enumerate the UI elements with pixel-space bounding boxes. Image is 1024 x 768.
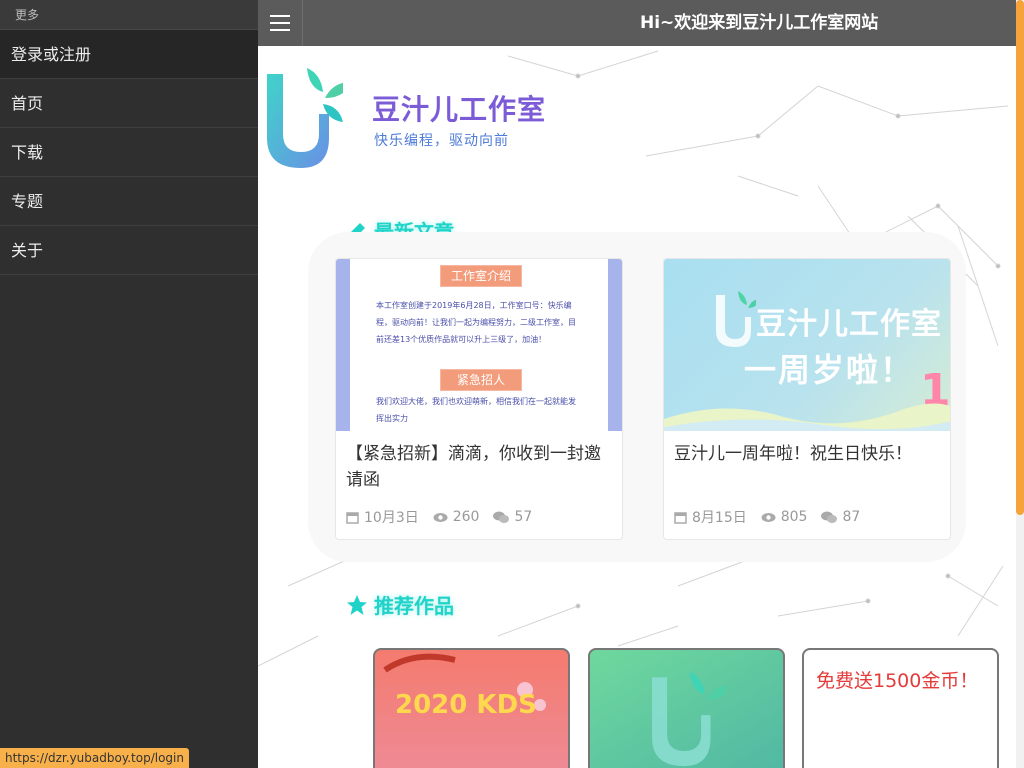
- eye-icon: [433, 512, 448, 522]
- article-title[interactable]: 豆汁儿一周年啦！祝生日快乐！: [664, 431, 950, 505]
- menu-icon: [270, 22, 290, 24]
- thumb-text: 我们欢迎大佬，我们也欢迎萌新，相信我们在一起就能发挥出实力: [376, 397, 576, 423]
- article-card[interactable]: 豆汁儿工作室 一周岁啦！ 1 豆汁儿一周年啦！祝生日快乐！ 8月15日 805 …: [663, 258, 951, 540]
- eye-icon: [761, 512, 776, 522]
- work-title: 2020 KDS: [395, 690, 537, 720]
- article-comments: 87: [821, 509, 860, 525]
- recommended-works-heading: 推荐作品: [346, 590, 454, 619]
- sidebar-item-home[interactable]: 首页: [0, 79, 258, 128]
- brand-name: 豆汁儿工作室: [372, 93, 547, 126]
- brand-slogan: 快乐编程，驱动向前: [374, 133, 509, 149]
- article-meta: 8月15日 805 87: [674, 507, 874, 527]
- article-comments: 57: [493, 509, 532, 525]
- work-card[interactable]: [588, 648, 785, 768]
- top-bar: Hi~欢迎来到豆汁儿工作室网站: [258, 0, 1016, 46]
- article-views: 805: [761, 509, 807, 525]
- comments-icon: [493, 511, 510, 523]
- calendar-icon: [346, 511, 359, 524]
- sidebar-item-login[interactable]: 登录或注册: [0, 30, 258, 79]
- sidebar-item-download[interactable]: 下载: [0, 128, 258, 177]
- thumb-text: 本工作室创建于2019年6月28日，工作室口号：快乐编程，驱动向前！让我们一起为…: [376, 301, 576, 344]
- work-card[interactable]: 免费送1500金币！: [802, 648, 999, 768]
- studio-logo-icon: [652, 671, 726, 767]
- article-thumbnail: 工作室介绍 本工作室创建于2019年6月28日，工作室口号：快乐编程，驱动向前！…: [336, 259, 622, 431]
- welcome-title: Hi~欢迎来到豆汁儿工作室网站: [640, 13, 879, 33]
- work-title: 免费送1500金币！: [816, 670, 979, 692]
- star-icon: [347, 594, 367, 615]
- status-bar-url: https://dzr.yubadboy.top/login: [0, 748, 189, 768]
- thumb-headline: 豆汁儿工作室: [756, 307, 942, 342]
- article-views: 260: [433, 509, 479, 525]
- scrollbar-thumb[interactable]: [1016, 0, 1024, 515]
- thumb-headline: 一周岁啦！: [744, 351, 915, 389]
- sidebar: 更多 登录或注册 首页 下载 专题 关于: [0, 0, 258, 768]
- recommended-works-title: 推荐作品: [374, 594, 454, 618]
- article-date: 10月3日: [346, 507, 419, 527]
- comments-icon: [821, 511, 838, 523]
- thumb-tag: 工作室介绍: [440, 265, 522, 287]
- article-meta: 10月3日 260 57: [346, 507, 546, 527]
- menu-button[interactable]: [258, 0, 303, 46]
- studio-logo-icon: [716, 291, 756, 347]
- sidebar-item-about[interactable]: 关于: [0, 226, 258, 275]
- thumb-tag: 紧急招人: [440, 369, 522, 391]
- studio-logo-icon[interactable]: [263, 64, 343, 170]
- wave-graphic: [664, 403, 950, 431]
- calendar-icon: [674, 511, 687, 524]
- work-card[interactable]: 2020 KDS: [373, 648, 570, 768]
- sidebar-item-topics[interactable]: 专题: [0, 177, 258, 226]
- article-title[interactable]: 【紧急招新】滴滴，你收到一封邀请函: [336, 431, 622, 505]
- sidebar-header: 更多: [0, 0, 258, 30]
- article-thumbnail: 豆汁儿工作室 一周岁啦！ 1: [664, 259, 950, 431]
- main-content: Hi~欢迎来到豆汁儿工作室网站 豆汁儿工作室 快乐编程，驱动向前 最新文章 工作…: [258, 0, 1016, 768]
- article-card[interactable]: 工作室介绍 本工作室创建于2019年6月28日，工作室口号：快乐编程，驱动向前！…: [335, 258, 623, 540]
- article-date: 8月15日: [674, 507, 747, 527]
